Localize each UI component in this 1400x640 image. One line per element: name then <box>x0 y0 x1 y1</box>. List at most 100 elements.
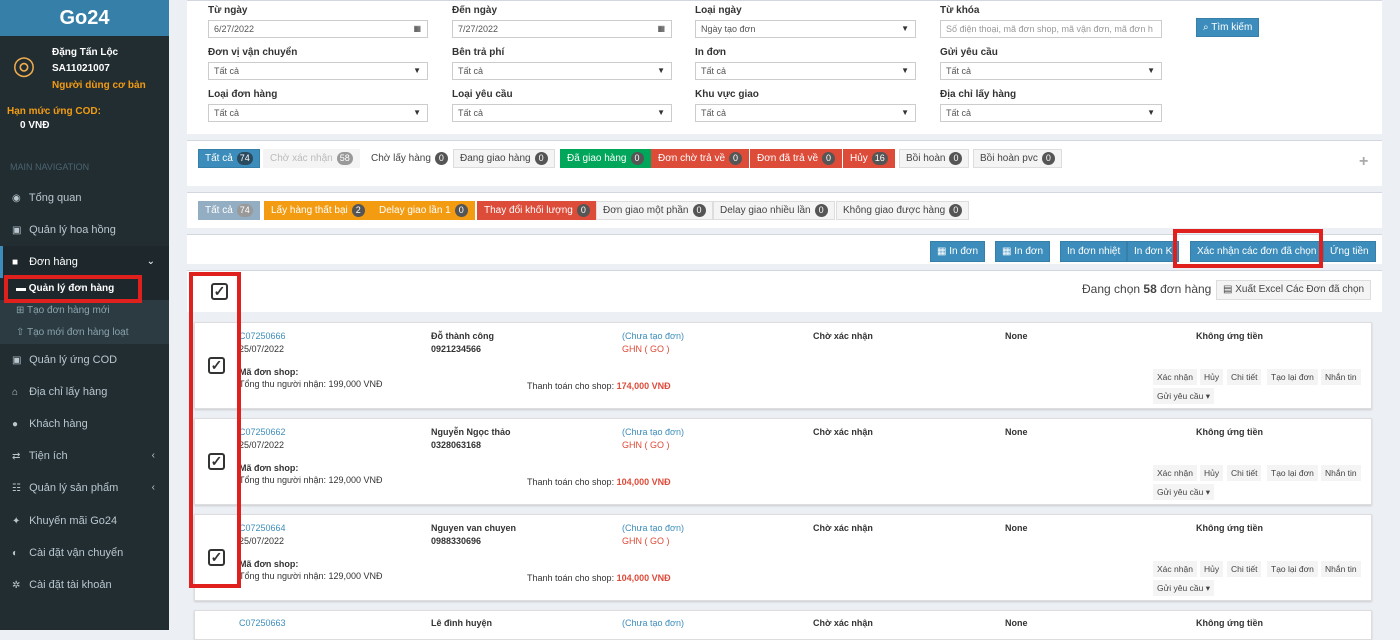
order-payment: Thanh toán cho shop: 174,000 VNĐ <box>527 381 671 391</box>
tab-status-all[interactable]: Tất cả 74 <box>198 149 260 168</box>
order-recreate-button[interactable]: Tạo lại đơn <box>1267 561 1318 577</box>
request-type-select[interactable]: Tất cả ▼ <box>452 104 672 122</box>
toggle-icon: ◐ <box>12 548 19 559</box>
calendar-icon[interactable]: ▦ <box>657 21 665 37</box>
sidebar-item-products[interactable]: ☷ Quản lý sản phẩm ‹ <box>0 472 169 504</box>
sidebar-item-overview[interactable]: ◉ Tổng quan <box>0 182 169 214</box>
order-request-dropdown[interactable]: Gửi yêu cầu ▾ <box>1153 484 1214 500</box>
shop-code-label: Mã đơn shop: <box>239 463 299 473</box>
print-button[interactable]: ▦ In đơn <box>930 241 986 262</box>
order-id-link[interactable]: C07250663 <box>239 618 286 628</box>
caret-down-icon: ▼ <box>413 66 421 75</box>
print-thermal-button[interactable]: In đơn nhiệt <box>1060 241 1128 262</box>
sidebar-item-label: Tạo đơn hàng mới <box>27 305 110 316</box>
tab-status-refund[interactable]: Bồi hoàn 0 <box>899 149 970 168</box>
sidebar-item-label: Cài đặt tài khoản <box>29 579 112 591</box>
order-detail-button[interactable]: Chi tiết <box>1227 465 1262 481</box>
sidebar-item-commission[interactable]: ▣ Quản lý hoa hồng <box>0 214 169 246</box>
tab-problem-partial-delivery[interactable]: Đơn giao một phần 0 <box>596 201 713 220</box>
order-total: Tổng thu người nhận: 129,000 VNĐ <box>239 475 383 485</box>
expand-plus-icon[interactable]: + <box>1359 153 1368 171</box>
tab-problem-delay-multiple[interactable]: Delay giao nhiều lần 0 <box>713 201 835 220</box>
sidebar-subitem-new-order[interactable]: ⊞ Tạo đơn hàng mới <box>0 300 169 322</box>
tab-status-cancelled[interactable]: Hủy 16 <box>843 149 895 168</box>
print-select[interactable]: Tất cả ▼ <box>695 62 916 80</box>
tab-status-pending-confirm[interactable]: Chờ xác nhận 58 <box>263 149 360 168</box>
order-message-button[interactable]: Nhắn tin <box>1321 561 1361 577</box>
send-request-select[interactable]: Tất cả ▼ <box>940 62 1162 80</box>
order-confirm-button[interactable]: Xác nhận <box>1153 465 1197 481</box>
chevron-left-icon: ‹ <box>151 482 155 493</box>
order-confirm-button[interactable]: Xác nhận <box>1153 369 1197 385</box>
pickup-address-select[interactable]: Tất cả ▼ <box>940 104 1162 122</box>
sidebar-item-customers[interactable]: ● Khách hàng <box>0 408 169 440</box>
sidebar-item-promotions[interactable]: ✦ Khuyến mãi Go24 <box>0 505 169 537</box>
recipient-phone: 0328063168 <box>431 440 482 450</box>
sidebar-item-label: Quản lý hoa hồng <box>29 224 116 236</box>
order-message-button[interactable]: Nhắn tin <box>1321 369 1361 385</box>
tab-status-delivered[interactable]: Đã giao hàng 0 <box>560 149 651 168</box>
caret-down-icon: ▾ <box>1205 391 1210 401</box>
fee-payer-select[interactable]: Tất cả ▼ <box>452 62 672 80</box>
caret-down-icon: ▾ <box>1205 583 1210 593</box>
carrier-select[interactable]: Tất cả ▼ <box>208 62 428 80</box>
order-state: Chờ xác nhận <box>813 427 873 437</box>
print-k-button[interactable]: In đơn K <box>1127 241 1180 262</box>
shop-code-label: Mã đơn shop: <box>239 367 299 377</box>
tab-status-delivering[interactable]: Đang giao hàng 0 <box>453 149 555 168</box>
order-message-button[interactable]: Nhắn tin <box>1321 465 1361 481</box>
order-id-link[interactable]: C07250662 <box>239 427 286 437</box>
order-request-dropdown[interactable]: Gửi yêu cầu ▾ <box>1153 388 1214 404</box>
sidebar-subitem-bulk-order[interactable]: ⇧ Tạo mới đơn hàng loạt <box>0 322 169 344</box>
tab-status-awaiting-return[interactable]: Đơn chờ trả về 0 <box>651 149 750 168</box>
tab-problem-pickup-failed[interactable]: Lấy hàng thất bại 2 <box>264 201 372 220</box>
tab-status-returned[interactable]: Đơn đã trả về 0 <box>750 149 843 168</box>
order-cancel-button[interactable]: Hủy <box>1200 465 1224 481</box>
order-id-link[interactable]: C07250666 <box>239 331 286 341</box>
order-detail-button[interactable]: Chi tiết <box>1227 369 1262 385</box>
tab-problem-undeliverable[interactable]: Không giao được hàng 0 <box>836 201 970 220</box>
app-logo[interactable]: Go24 <box>0 0 169 36</box>
tab-problem-weight-change[interactable]: Thay đổi khối lượng 0 <box>477 201 597 220</box>
sidebar-item-shipping-settings[interactable]: ◐ Cài đặt vận chuyển <box>0 537 169 569</box>
keyword-input[interactable]: Số điện thoại, mã đơn shop, mã vận đơn, … <box>940 20 1162 38</box>
order-recreate-button[interactable]: Tạo lại đơn <box>1267 369 1318 385</box>
order-payment: Thanh toán cho shop: 104,000 VNĐ <box>527 573 671 583</box>
carrier-label: Đơn vị vận chuyển <box>208 47 298 58</box>
order-carrier: GHN ( GO ) <box>622 536 670 546</box>
advance-money-button[interactable]: Ứng tiền <box>1323 241 1376 262</box>
search-button[interactable]: ⌕ Tìm kiếm <box>1196 18 1260 37</box>
export-excel-button[interactable]: ▤ Xuất Excel Các Đơn đã chọn <box>1216 280 1372 300</box>
order-type-select[interactable]: Tất cả ▼ <box>208 104 428 122</box>
tab-status-waiting-pickup[interactable]: Chờ lấy hàng 0 <box>364 149 455 168</box>
order-cancel-button[interactable]: Hủy <box>1200 561 1224 577</box>
from-date-input[interactable]: 6/27/2022 ▦ <box>208 20 428 38</box>
caret-down-icon: ▼ <box>901 108 909 117</box>
tab-problem-delay-first[interactable]: Delay giao lần 10 <box>372 201 475 220</box>
sidebar-item-pickup-address[interactable]: ⌂ Địa chỉ lấy hàng <box>0 376 169 408</box>
recipient-name: Đỗ thành công <box>431 331 494 341</box>
sidebar-item-account-settings[interactable]: ✲ Cài đặt tài khoản <box>0 569 169 601</box>
print-button-2[interactable]: ▦ In đơn <box>995 241 1051 262</box>
region-select[interactable]: Tất cả ▼ <box>695 104 916 122</box>
recipient-name: Lê đình huyện <box>431 618 493 628</box>
date-type-select[interactable]: Ngày tạo đơn ▼ <box>695 20 916 38</box>
order-recreate-button[interactable]: Tạo lại đơn <box>1267 465 1318 481</box>
order-detail-button[interactable]: Chi tiết <box>1227 561 1262 577</box>
tab-status-refund-pvc[interactable]: Bồi hoàn pvc 0 <box>973 149 1062 168</box>
order-status-note: (Chưa tạo đơn) <box>622 523 684 533</box>
order-cancel-button[interactable]: Hủy <box>1200 369 1224 385</box>
tab-problem-all[interactable]: Tất cả 74 <box>198 201 260 220</box>
calendar-icon[interactable]: ▦ <box>413 21 421 37</box>
sidebar-item-utilities[interactable]: ⇄ Tiện ích ‹ <box>0 440 169 472</box>
sidebar-item-orders[interactable]: ■ Đơn hàng ⌄ <box>0 246 169 278</box>
caret-down-icon: ▼ <box>901 24 909 33</box>
selection-summary: Đang chọn 58 đơn hàng <box>1082 282 1212 296</box>
order-card: C07250663 Lê đình huyện (Chưa tạo đơn) C… <box>194 610 1372 640</box>
to-date-input[interactable]: 7/27/2022 ▦ <box>452 20 672 38</box>
order-id-link[interactable]: C07250664 <box>239 523 286 533</box>
order-request-dropdown[interactable]: Gửi yêu cầu ▾ <box>1153 580 1214 596</box>
sidebar-item-cod[interactable]: ▣ Quản lý ứng COD <box>0 344 169 376</box>
user-name: Đặng Tấn Lộc <box>52 47 119 58</box>
order-confirm-button[interactable]: Xác nhận <box>1153 561 1197 577</box>
